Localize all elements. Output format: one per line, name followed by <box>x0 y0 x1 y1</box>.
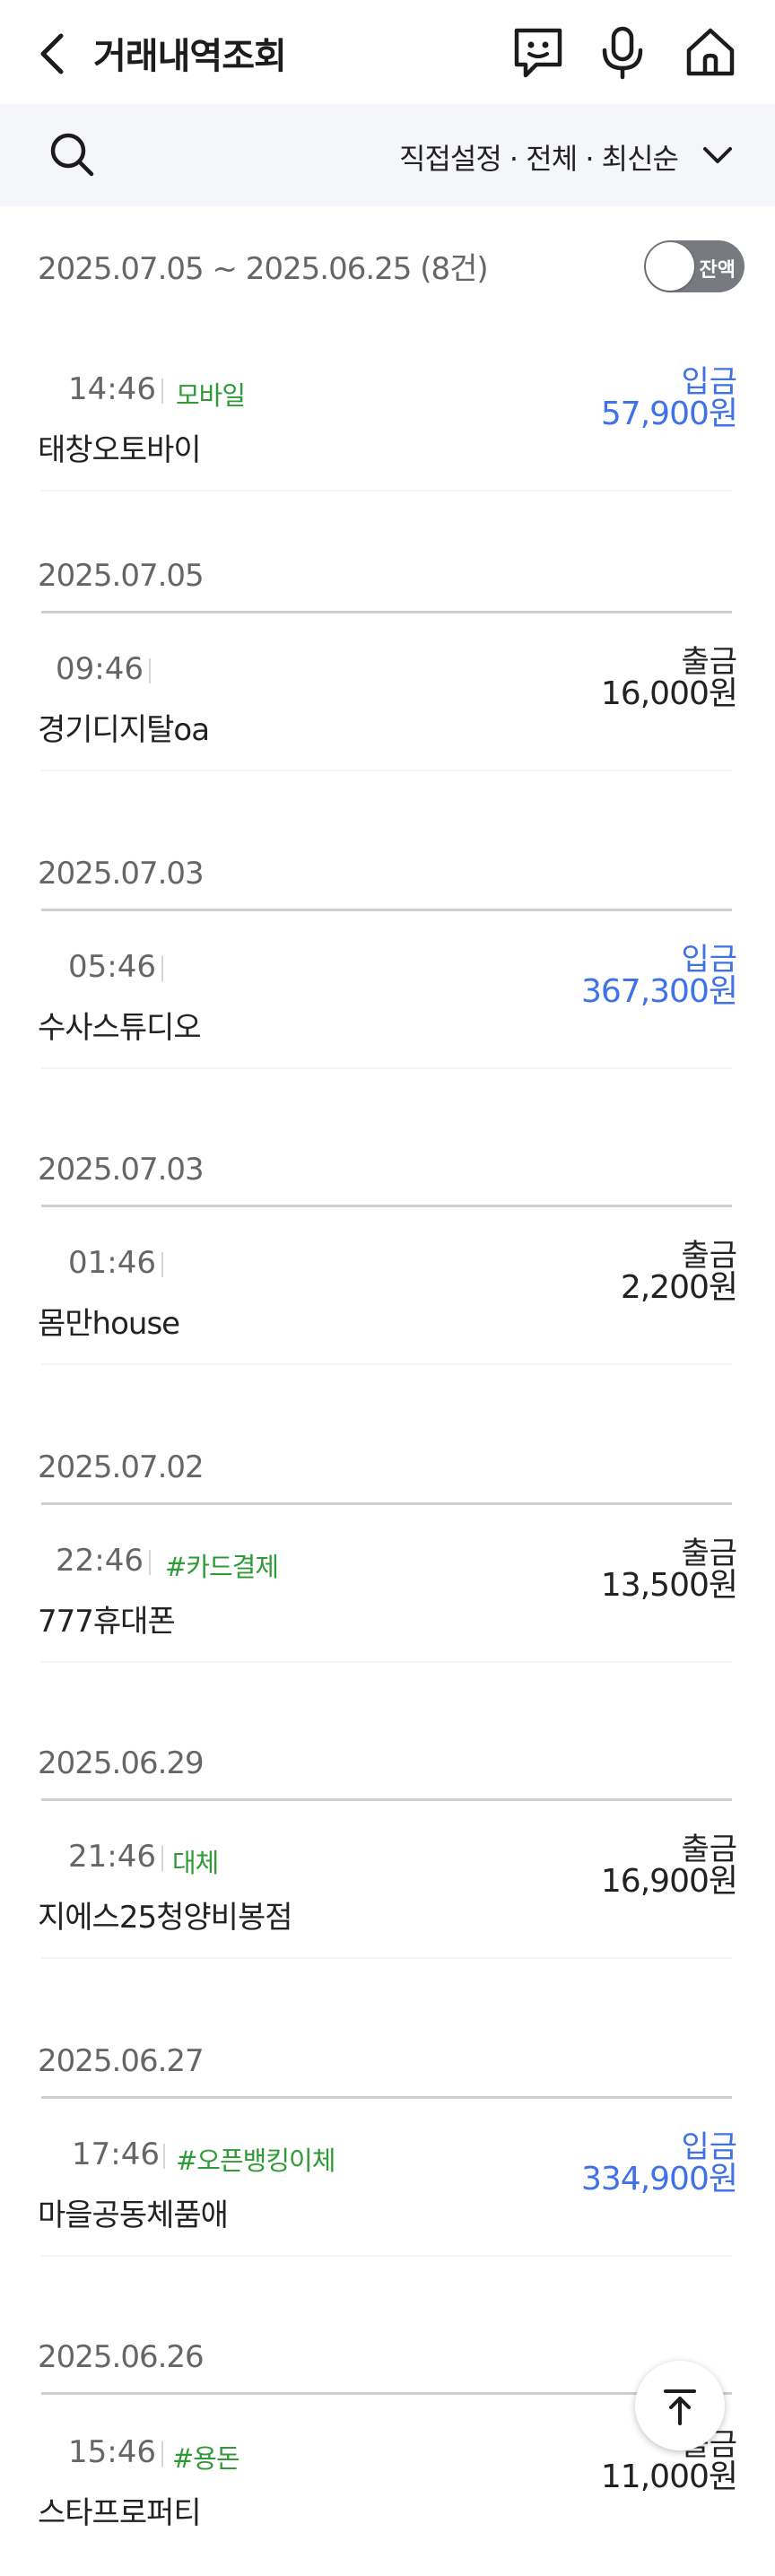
transaction-item[interactable]: 17:46 #오픈뱅킹이체 마을공동체품애 입금 334,900원 <box>0 2129 775 2278</box>
microphone-icon <box>602 26 643 80</box>
date-header: 2025.07.02 <box>38 1449 205 1485</box>
date-divider <box>41 2096 732 2099</box>
transaction-counterparty: 지에스25청양비봉점 <box>38 1900 293 1936</box>
transaction-amount: 2,200원 <box>620 1269 738 1306</box>
divider <box>41 770 732 771</box>
transaction-tag: #용돈 <box>172 2443 240 2474</box>
transaction-time: 15:46 <box>68 2434 156 2470</box>
transaction-counterparty: 스타프로퍼티 <box>38 2495 202 2531</box>
separator <box>161 379 163 404</box>
transaction-item[interactable]: 15:46 #용돈 스타프로퍼티 출금 11,000원 <box>0 2427 775 2576</box>
transaction-amount: 334,900원 <box>581 2161 738 2197</box>
transaction-tag: 모바일 <box>176 380 246 411</box>
transaction-counterparty: 경기디지탈oa <box>38 712 210 748</box>
transaction-item[interactable]: 14:46 모바일 태창오토바이 입금 57,900원 <box>0 364 775 513</box>
transaction-amount: 13,500원 <box>600 1567 738 1604</box>
date-divider <box>41 1502 732 1505</box>
filter-bar: 직접설정 · 전체 · 최신순 <box>0 104 775 206</box>
transaction-amount: 16,000원 <box>600 675 738 712</box>
transaction-time: 05:46 <box>68 949 156 985</box>
back-button[interactable] <box>32 25 77 79</box>
divider <box>41 1957 732 1959</box>
date-header: 2025.06.29 <box>38 1745 205 1781</box>
transaction-amount: 367,300원 <box>581 973 738 1010</box>
home-icon <box>686 28 735 76</box>
page-title: 거래내역조회 <box>93 36 287 77</box>
chat-bot-icon <box>514 28 562 78</box>
separator <box>161 956 163 981</box>
separator <box>161 2441 163 2467</box>
divider <box>41 1661 732 1663</box>
transaction-time: 22:46 <box>56 1543 144 1579</box>
separator <box>163 2144 165 2169</box>
filter-summary[interactable]: 직접설정 · 전체 · 최신순 <box>399 136 679 178</box>
transaction-time: 17:46 <box>72 2137 160 2172</box>
separator <box>149 1550 151 1575</box>
date-divider <box>41 1798 732 1801</box>
transaction-counterparty: 수사스튜디오 <box>38 1010 202 1046</box>
transaction-time: 14:46 <box>68 371 156 407</box>
back-arrow-icon <box>40 33 64 74</box>
period-range: 2025.07.05 ~ 2025.06.25 (8건) <box>38 251 489 287</box>
transaction-time: 21:46 <box>68 1839 156 1875</box>
transaction-amount: 11,000원 <box>600 2459 738 2495</box>
separator <box>149 658 151 683</box>
search-button[interactable] <box>45 127 100 183</box>
balance-toggle[interactable]: 잔액 <box>644 240 745 292</box>
voice-search-button[interactable] <box>594 23 651 81</box>
arrow-up-icon <box>664 2389 696 2425</box>
transaction-item[interactable]: 01:46 몸만house 출금 2,200원 <box>0 1238 775 1387</box>
scroll-to-top-button[interactable] <box>635 2361 725 2450</box>
separator <box>161 1252 163 1277</box>
date-divider <box>41 909 732 911</box>
chatbot-button[interactable] <box>509 23 567 81</box>
transaction-item[interactable]: 22:46 #카드결제 777휴대폰 출금 13,500원 <box>0 1536 775 1684</box>
divider <box>41 490 732 492</box>
transaction-counterparty: 태창오토바이 <box>38 432 202 468</box>
divider <box>41 1067 732 1069</box>
date-header: 2025.06.26 <box>38 2339 205 2375</box>
chevron-down-icon <box>703 147 732 163</box>
date-header: 2025.07.03 <box>38 1152 205 1188</box>
transaction-tag: 대체 <box>172 1848 219 1878</box>
app-header: 거래내역조회 <box>0 0 775 104</box>
date-header: 2025.07.03 <box>38 856 205 892</box>
filter-dropdown[interactable] <box>700 140 736 170</box>
date-header: 2025.07.05 <box>38 558 205 594</box>
transaction-counterparty: 몸만house <box>38 1306 180 1342</box>
date-header: 2025.06.27 <box>38 2043 205 2079</box>
home-button[interactable] <box>682 23 739 81</box>
date-divider <box>41 2392 732 2395</box>
transaction-counterparty: 마을공동체품애 <box>38 2197 229 2233</box>
transaction-item[interactable]: 21:46 대체 지에스25청양비봉점 출금 16,900원 <box>0 1832 775 1980</box>
separator <box>161 1846 163 1871</box>
divider <box>41 2255 732 2257</box>
transaction-item[interactable]: 09:46 경기디지탈oa 출금 16,000원 <box>0 644 775 793</box>
search-icon <box>50 133 94 177</box>
toggle-knob <box>646 242 694 291</box>
transaction-time: 01:46 <box>68 1245 156 1281</box>
transaction-tag: #카드결제 <box>165 1552 279 1582</box>
transaction-time: 09:46 <box>56 651 144 687</box>
date-divider <box>41 1205 732 1207</box>
transaction-tag: #오픈뱅킹이체 <box>176 2145 335 2176</box>
transaction-amount: 16,900원 <box>600 1863 738 1900</box>
transaction-counterparty: 777휴대폰 <box>38 1604 176 1640</box>
transaction-item[interactable]: 05:46 수사스튜디오 입금 367,300원 <box>0 942 775 1091</box>
divider <box>41 1363 732 1365</box>
date-divider <box>41 611 732 614</box>
transaction-amount: 57,900원 <box>600 396 738 432</box>
balance-toggle-label: 잔액 <box>699 259 736 282</box>
